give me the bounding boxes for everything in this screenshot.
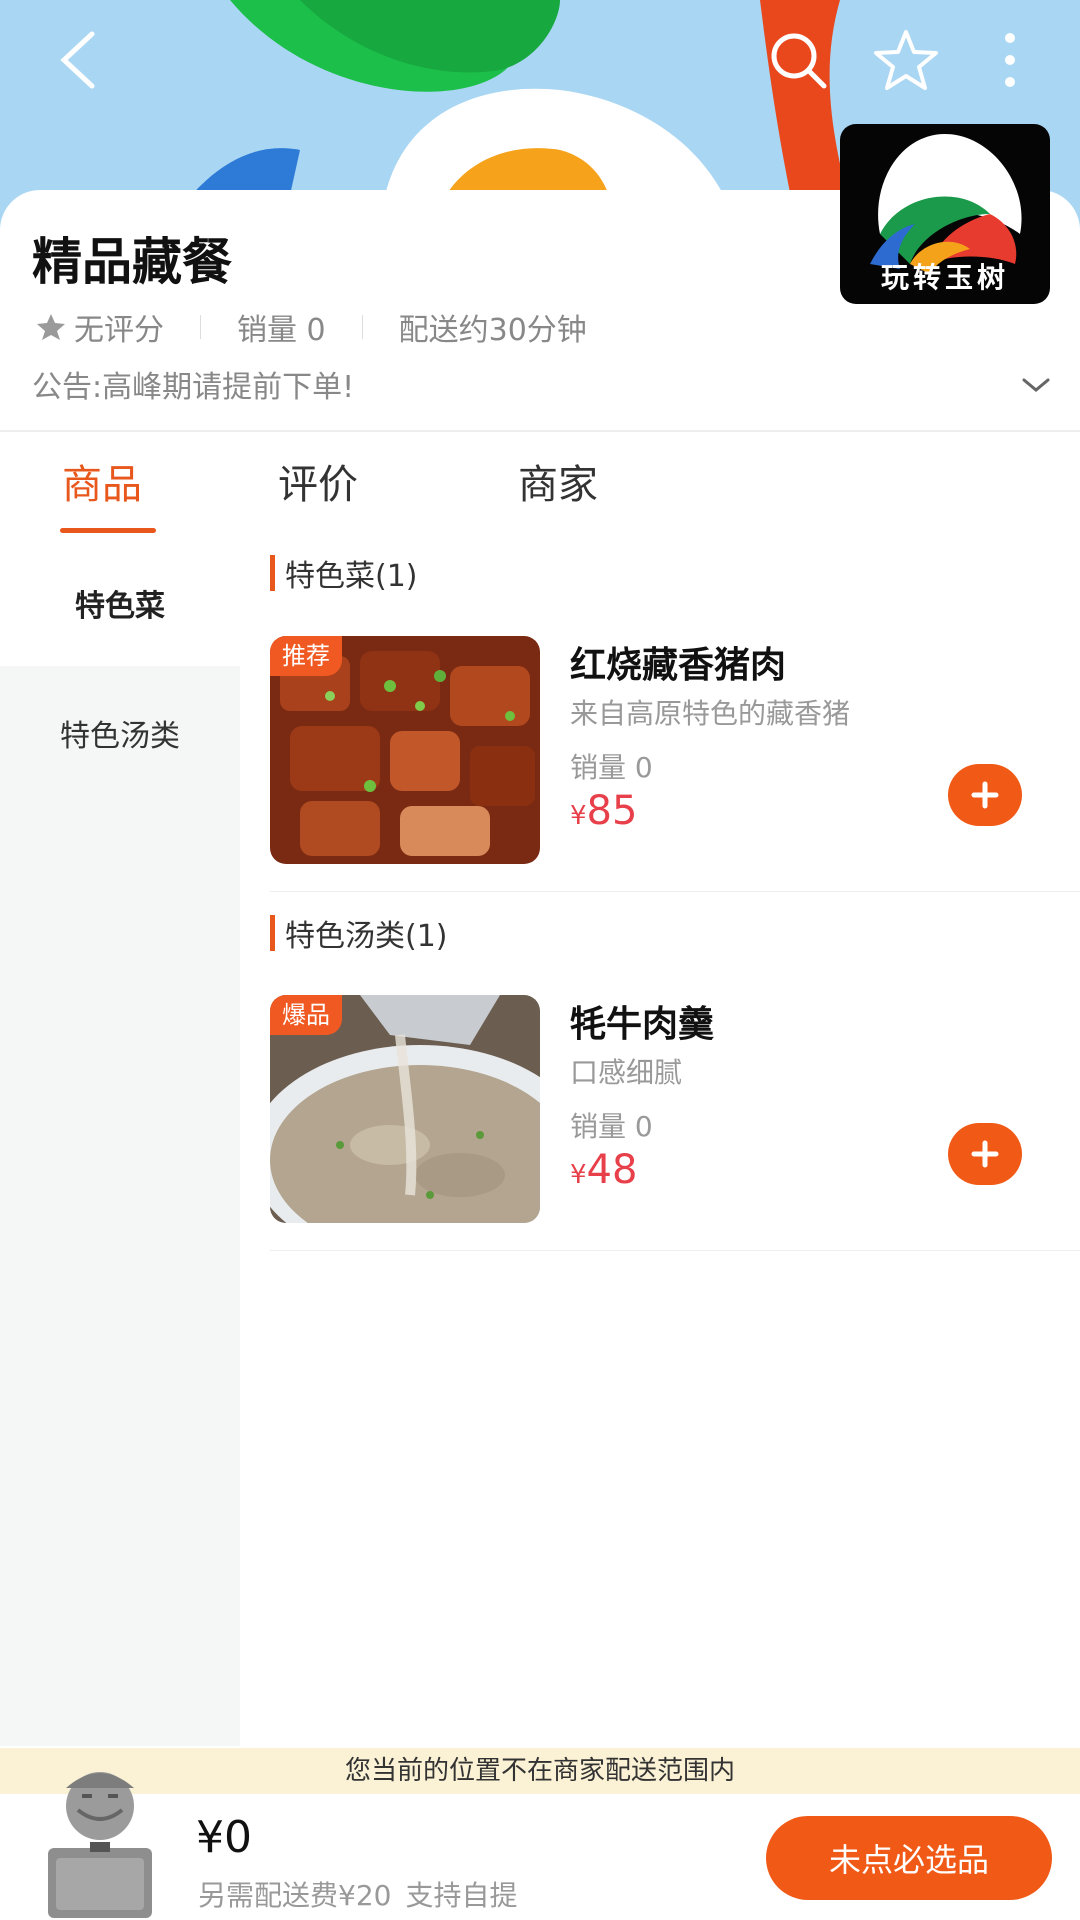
active-tab-indicator [60, 528, 156, 533]
tab-reviews[interactable]: 评价 [278, 452, 358, 510]
product-card[interactable]: 爆品 牦牛肉羹 口感细腻 销量 0 ¥48 [270, 995, 1080, 1245]
header-divider [0, 430, 1080, 432]
product-badge: 推荐 [270, 636, 342, 676]
product-name[interactable]: 牦牛肉羹 [570, 995, 714, 1047]
section-title: 特色汤类(1) [270, 911, 448, 955]
more-icon[interactable] [970, 20, 1050, 100]
section-title-text: 特色汤类(1) [285, 919, 448, 954]
search-icon[interactable] [758, 20, 838, 100]
shop-sales: 销量 0 [237, 313, 326, 348]
delivery-time: 配送约30分钟 [398, 313, 587, 348]
plus-icon [971, 1140, 999, 1168]
product-card[interactable]: 推荐 红烧藏香猪肉 来自高原特色的藏香猪 销量 0 ¥85 [270, 636, 1080, 886]
delivery-fee: 另需配送费¥20 [198, 1879, 392, 1912]
sidebar-item-special-soups[interactable]: 特色汤类 [0, 670, 240, 796]
rating-star-icon [37, 314, 65, 340]
product-sales: 销量 0 [570, 751, 653, 784]
plus-icon [971, 781, 999, 809]
star-icon[interactable] [866, 20, 946, 100]
pickup-support: 支持自提 [405, 1879, 518, 1912]
add-to-cart-button[interactable] [948, 1123, 1022, 1185]
section-title-text: 特色菜(1) [285, 559, 418, 594]
section-marker [270, 915, 275, 951]
chevron-down-icon[interactable] [1018, 370, 1054, 400]
rating: 无评分 [36, 305, 164, 349]
stat-divider [361, 315, 363, 339]
rating-text: 无评分 [74, 313, 164, 348]
product-price: ¥48 [570, 1147, 637, 1193]
shop-name: 精品藏餐 [32, 233, 232, 291]
tab-goods[interactable]: 商品 [62, 452, 142, 510]
product-description: 口感细腻 [570, 1056, 683, 1089]
tab-merchant[interactable]: 商家 [518, 452, 598, 510]
shop-notice[interactable]: 公告:高峰期请提前下单! [32, 362, 354, 406]
row-divider [270, 891, 1080, 892]
product-price: ¥85 [570, 788, 637, 834]
currency-symbol: ¥ [570, 1160, 587, 1190]
add-to-cart-button[interactable] [948, 764, 1022, 826]
currency-symbol: ¥ [570, 801, 587, 831]
checkout-button[interactable]: 未点必选品 [766, 1816, 1052, 1900]
delivery-info: 另需配送费¥20 支持自提 [198, 1874, 517, 1914]
back-icon[interactable] [38, 20, 118, 100]
price-value: 85 [586, 788, 638, 834]
product-sales: 销量 0 [570, 1110, 653, 1143]
row-divider [270, 1250, 1080, 1251]
product-name[interactable]: 红烧藏香猪肉 [570, 636, 786, 688]
cart-total: ¥0 [196, 1812, 252, 1863]
section-marker [270, 555, 275, 591]
section-title: 特色菜(1) [270, 551, 418, 595]
product-description: 来自高原特色的藏香猪 [570, 697, 851, 730]
stat-divider [200, 315, 201, 339]
sidebar-item-special-dishes[interactable]: 特色菜 [0, 540, 240, 666]
price-value: 48 [586, 1147, 638, 1193]
cart-icon[interactable] [30, 1758, 170, 1920]
shop-stats: 无评分 销量 0 配送约30分钟 [36, 302, 587, 352]
product-badge: 爆品 [270, 995, 342, 1035]
shop-logo: 玩转玉树 [840, 124, 1050, 304]
logo-text: 玩转玉树 [880, 261, 1009, 294]
